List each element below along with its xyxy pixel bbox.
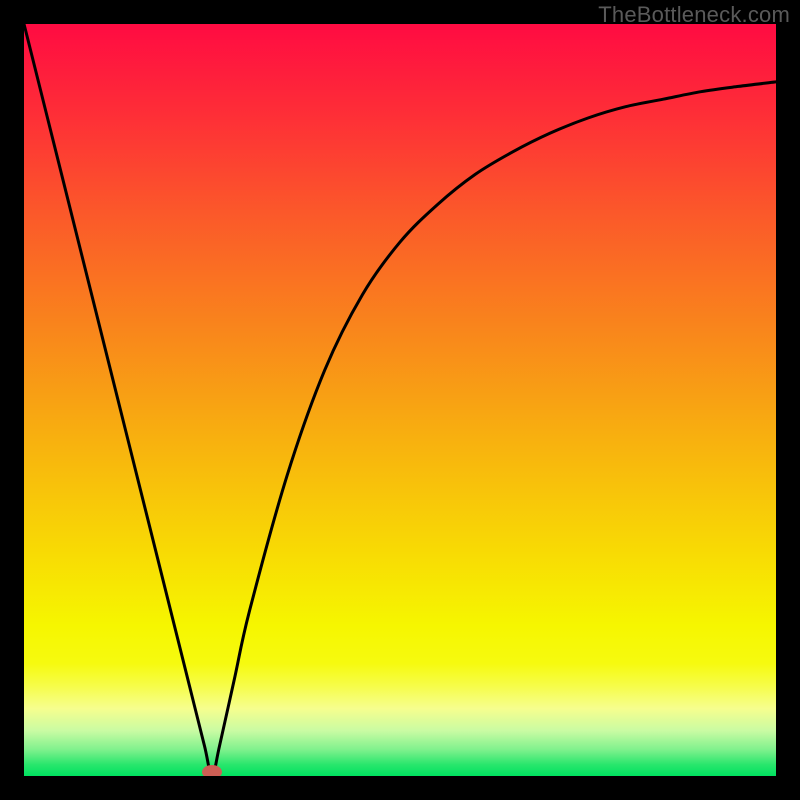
gradient-background bbox=[24, 24, 776, 776]
chart-canvas bbox=[24, 24, 776, 776]
watermark-text: TheBottleneck.com bbox=[598, 2, 790, 28]
chart-frame bbox=[24, 24, 776, 776]
